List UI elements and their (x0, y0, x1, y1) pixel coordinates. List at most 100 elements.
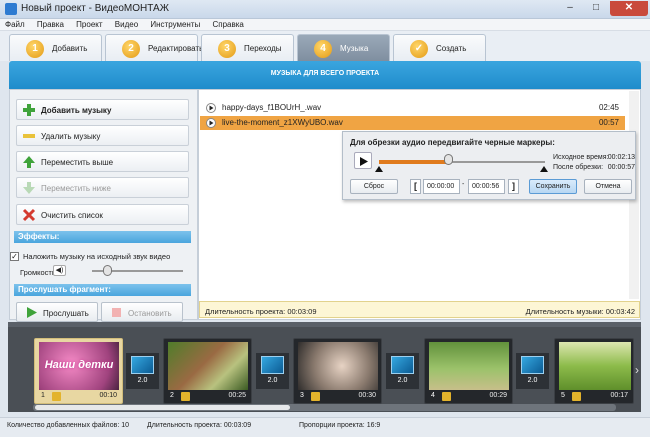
menu-help[interactable]: Справка (208, 19, 249, 31)
tab-create[interactable]: ✓ Создать (393, 34, 486, 61)
step-number-icon: 3 (218, 40, 236, 58)
trim-progress-fill (379, 160, 448, 164)
status-file-count: Количество добавленных файлов: 10 (7, 422, 130, 429)
menu-video[interactable]: Видео (110, 19, 143, 31)
clip-thumbnail (559, 342, 631, 390)
timeline-clip[interactable]: 3 00:30 (293, 338, 382, 404)
clip-duration: 00:25 (228, 392, 246, 399)
transition-slot[interactable]: 2.0 (386, 353, 419, 389)
volume-slider-handle[interactable] (103, 265, 112, 276)
trim-end-field[interactable]: 00:00:56 (468, 179, 505, 194)
edit-pencil-icon[interactable] (181, 392, 190, 401)
track-play-icon[interactable] (206, 103, 216, 113)
music-duration: Длительность музыки: 00:03:42 (525, 307, 635, 316)
track-row-selected[interactable]: live-the-moment_z1XWyUBO.wav 00:57 (200, 116, 625, 130)
tab-add[interactable]: 1 Добавить (9, 34, 102, 61)
transition-slot[interactable]: 2.0 (516, 353, 549, 389)
transition-duration: 2.0 (527, 377, 538, 384)
timeline-clip[interactable]: Наши детки 1 00:10 (34, 338, 123, 404)
delete-music-button[interactable]: Удалить музыку (16, 125, 189, 146)
timeline-scroll-thumb[interactable] (35, 405, 290, 410)
timeline-clip[interactable]: 5 00:17 (554, 338, 634, 404)
clip-thumbnail (298, 342, 378, 390)
trim-audio-popup: Для обрезки аудио передвигайте черные ма… (342, 131, 636, 200)
speaker-icon[interactable]: ◀) (53, 265, 66, 276)
clip-duration: 00:29 (489, 392, 507, 399)
timeline-clip[interactable]: 2 00:25 (163, 338, 252, 404)
tab-music[interactable]: 4 Музыка (297, 34, 390, 61)
timeline-scrollbar[interactable] (33, 404, 616, 411)
transition-duration: 2.0 (267, 377, 278, 384)
maximize-button[interactable]: □ (584, 1, 608, 16)
listen-header: Прослушать фрагмент: (14, 284, 191, 296)
trim-play-button[interactable] (354, 152, 372, 169)
trim-start-marker[interactable] (375, 166, 383, 172)
trim-end-marker[interactable] (540, 166, 548, 172)
timeline-clip[interactable]: 4 00:29 (424, 338, 513, 404)
move-up-button[interactable]: Переместить выше (16, 151, 189, 172)
step-number-icon: 2 (122, 40, 140, 58)
duration-bar: Длительность проекта: 00:03:09 Длительно… (199, 301, 640, 318)
set-end-button[interactable]: ] (508, 179, 519, 194)
after-trim-row: После обрезки: 00:00:57 (553, 164, 635, 171)
edit-pencil-icon[interactable] (311, 392, 320, 401)
track-row[interactable]: happy-days_f1BOUrH_.wav 02:45 (200, 101, 625, 115)
title-bar: Новый проект - ВидеоМОНТАЖ – □ ✕ (0, 0, 650, 19)
source-time-value: 00:02:13 (607, 154, 635, 161)
menu-file[interactable]: Файл (0, 19, 30, 31)
set-start-button[interactable]: [ (410, 179, 421, 194)
transition-duration: 2.0 (397, 377, 408, 384)
clip-duration: 00:17 (610, 392, 628, 399)
clip-number: 5 (561, 392, 565, 399)
clear-list-button[interactable]: Очистить список (16, 204, 189, 225)
play-fragment-button[interactable]: Прослушать (16, 302, 98, 322)
menu-edit[interactable]: Правка (32, 19, 69, 31)
clip-number: 2 (170, 392, 174, 399)
menu-bar: Файл Правка Проект Видео Инструменты Спр… (0, 19, 650, 31)
track-duration: 00:57 (598, 118, 619, 127)
edit-pencil-icon[interactable] (442, 392, 451, 401)
menu-project[interactable]: Проект (71, 19, 107, 31)
red-x-icon (22, 208, 36, 222)
time-range-dash: - (462, 181, 465, 188)
minimize-button[interactable]: – (558, 1, 582, 16)
edit-pencil-icon[interactable] (572, 392, 581, 401)
status-duration: Длительность проекта: 00:03:09 (147, 422, 252, 429)
transition-icon (261, 356, 284, 374)
trim-start-field[interactable]: 00:00:00 (423, 179, 460, 194)
move-down-label: Переместить ниже (41, 184, 111, 193)
add-music-button[interactable]: Добавить музыку (16, 99, 189, 120)
transition-duration: 2.0 (137, 377, 148, 384)
transition-slot[interactable]: 2.0 (126, 353, 159, 389)
tab-label: Редактировать (148, 44, 204, 53)
clip-duration: 00:10 (99, 392, 117, 399)
transition-slot[interactable]: 2.0 (256, 353, 289, 389)
after-trim-value: 00:00:57 (607, 164, 635, 171)
overlay-checkbox-label: Наложить музыку на исходный звук видео (23, 252, 171, 261)
menu-tools[interactable]: Инструменты (145, 19, 205, 31)
source-time-row: Исходное время: 00:02:13 (553, 154, 635, 161)
step-number-icon: 1 (26, 40, 44, 58)
stop-fragment-button[interactable]: Остановить (101, 302, 183, 322)
cancel-trim-button[interactable]: Отмена (584, 179, 632, 194)
clip-thumbnail (168, 342, 248, 390)
edit-pencil-icon[interactable] (52, 392, 61, 401)
track-play-icon[interactable] (206, 118, 216, 128)
overlay-checkbox[interactable]: ✓ (10, 252, 19, 261)
reset-button[interactable]: Сброс (350, 179, 398, 194)
trim-playhead-handle[interactable] (444, 154, 453, 165)
project-duration: Длительность проекта: 00:03:09 (205, 307, 317, 316)
move-down-button[interactable]: Переместить ниже (16, 177, 189, 198)
save-trim-button[interactable]: Сохранить (529, 179, 577, 194)
tab-edit[interactable]: 2 Редактировать (105, 34, 203, 61)
track-list: happy-days_f1BOUrH_.wav 02:45 live-the-m… (198, 89, 641, 320)
clip-number: 1 (41, 392, 45, 399)
tab-transitions[interactable]: 3 Переходы (201, 34, 294, 61)
scroll-right-icon[interactable]: › (635, 363, 639, 377)
close-button[interactable]: ✕ (610, 1, 648, 16)
effects-header: Эффекты: (14, 231, 191, 243)
step-tabs: 1 Добавить 2 Редактировать 3 Переходы 4 … (0, 31, 650, 61)
track-name: live-the-moment_z1XWyUBO.wav (222, 118, 343, 127)
volume-label: Громкость (20, 268, 56, 277)
minus-icon (23, 134, 35, 138)
